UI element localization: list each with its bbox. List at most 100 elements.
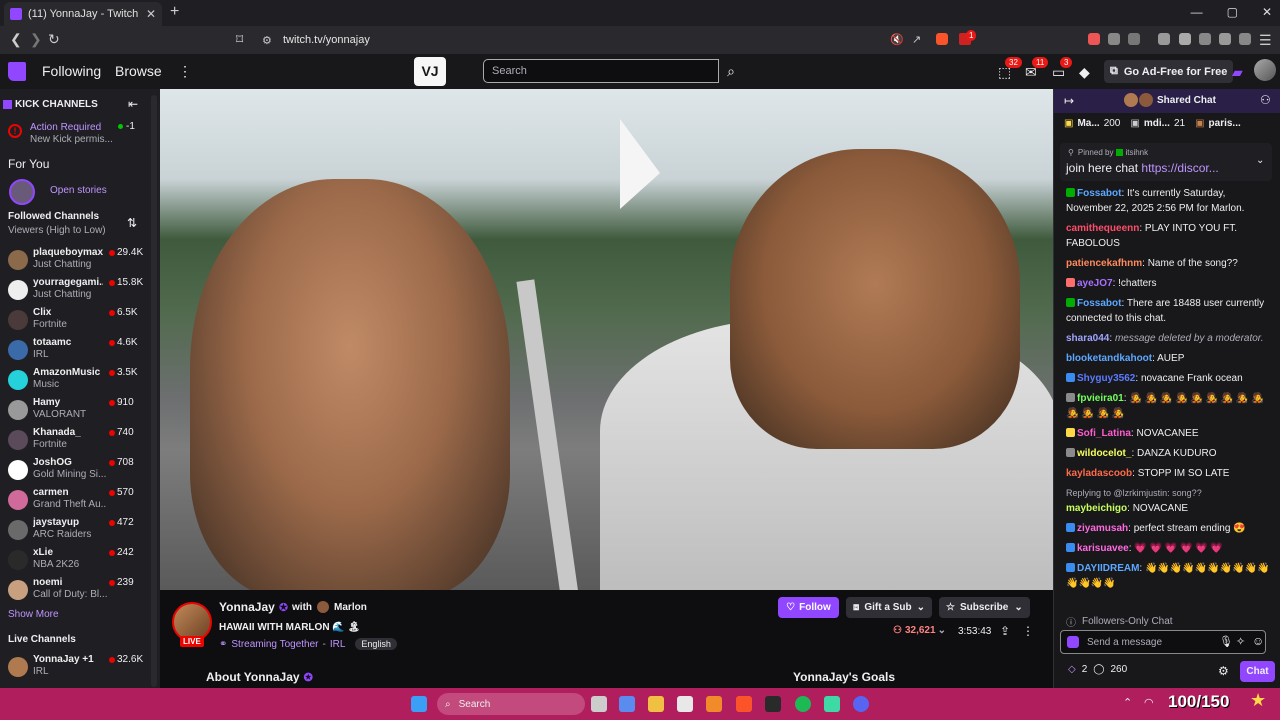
collapse-sidebar-icon[interactable]: ⇤: [128, 97, 138, 111]
extension-puzzle-icon[interactable]: [1108, 33, 1120, 45]
bits-points-icon[interactable]: ◇: [1068, 664, 1076, 675]
app-green-icon[interactable]: [824, 696, 840, 712]
site-info-icon[interactable]: ⚙: [262, 34, 272, 47]
wallet-icon[interactable]: [1199, 33, 1211, 45]
chat-message[interactable]: wildocelot_: DANZA KUDURO: [1066, 446, 1271, 461]
sidebar-channel[interactable]: jaystayup ARC Raiders 472: [0, 517, 150, 547]
tray-chevron-icon[interactable]: ⌃: [1123, 696, 1132, 709]
gift-sub-button[interactable]: ⧈ Gift a Sub ⌄: [846, 597, 932, 618]
sidebar-channel[interactable]: AmazonMusic Music 3.5K: [0, 367, 150, 397]
streaming-together-link[interactable]: Streaming Together: [231, 639, 318, 650]
new-tab-icon[interactable]: +: [170, 3, 179, 21]
viewer-count[interactable]: ⚇ 32,621 ⌄: [893, 625, 946, 636]
file-explorer-icon[interactable]: [648, 696, 664, 712]
app-a-icon[interactable]: [706, 696, 722, 712]
emote-icon[interactable]: ☺: [1252, 634, 1264, 648]
go-ad-free-button[interactable]: ⧉ Go Ad-Free for Free: [1104, 60, 1234, 83]
sidebar-channel[interactable]: xLie NBA 2K26 242: [0, 547, 150, 577]
share-stream-icon[interactable]: ⇪: [1000, 624, 1010, 638]
pinned-link[interactable]: https://discor...: [1141, 161, 1218, 175]
subscribe-button[interactable]: ☆ Subscribe ⌄: [939, 597, 1030, 618]
wifi-icon[interactable]: ◠: [1144, 696, 1154, 709]
search-input[interactable]: Search: [483, 59, 719, 83]
video-player[interactable]: [160, 89, 1053, 590]
language-tag[interactable]: English: [355, 638, 397, 650]
chat-username[interactable]: karisuavee: [1077, 543, 1129, 554]
chat-message[interactable]: maybeichigo: NOVACANE: [1066, 501, 1271, 516]
guest-avatar[interactable]: [317, 601, 330, 613]
menu-icon[interactable]: ☰: [1259, 32, 1272, 49]
maximize-icon[interactable]: ▢: [1227, 5, 1238, 19]
start-icon[interactable]: [411, 696, 427, 712]
chat-username[interactable]: ayeJO7: [1077, 278, 1113, 289]
streamer-name[interactable]: YonnaJay: [219, 600, 275, 614]
sidebar-channel[interactable]: YonnaJay +1 IRL 32.6K: [0, 654, 150, 684]
close-tab-icon[interactable]: ✕: [146, 7, 156, 21]
chat-username[interactable]: DAYIIDREAM: [1077, 563, 1139, 574]
sidebar-channel[interactable]: plaqueboymax Just Chatting 29.4K: [0, 247, 150, 277]
sidebar-channel[interactable]: noemi Call of Duty: Bl... 239: [0, 577, 150, 607]
chat-identity-icon[interactable]: [1067, 636, 1079, 648]
sparkle-icon[interactable]: ✧: [1236, 635, 1245, 648]
chevron-down-icon[interactable]: ⌄: [1256, 155, 1264, 166]
leader-name[interactable]: mdi...: [1144, 118, 1170, 129]
search-icon[interactable]: ⌕: [720, 59, 742, 83]
chat-message[interactable]: fpvieira01: 🧑‍🎤 🧑‍🎤 🧑‍🎤 🧑‍🎤 🧑‍🎤 🧑‍🎤 🧑‍🎤 …: [1066, 391, 1271, 421]
chat-send-button[interactable]: Chat: [1240, 661, 1275, 682]
extension-box-icon[interactable]: [1128, 33, 1140, 45]
chat-username[interactable]: ziyamusah: [1077, 523, 1128, 534]
sidebar-channel[interactable]: Hamy VALORANT 910: [0, 397, 150, 427]
pinned-message[interactable]: ⚲ Pinned by itsihnk join here chat https…: [1060, 143, 1272, 181]
chat-username[interactable]: kayladascoob: [1066, 468, 1132, 479]
sort-icon[interactable]: ⇅: [127, 216, 137, 230]
chat-message[interactable]: patiencekafhnm: Name of the song??: [1066, 256, 1271, 271]
open-stories-link[interactable]: Open stories: [50, 185, 107, 196]
follow-button[interactable]: ♡ Follow: [778, 597, 839, 618]
user-avatar[interactable]: [1254, 59, 1276, 81]
browser-tab[interactable]: (11) YonnaJay - Twitch ✕: [4, 2, 162, 26]
window-close-icon[interactable]: ✕: [1262, 5, 1272, 19]
drops-icon[interactable]: ◆: [1079, 64, 1090, 81]
sidebar-channel[interactable]: Khanada_ Fortnite 740: [0, 427, 150, 457]
chat-username[interactable]: blooketandkahoot: [1066, 353, 1152, 364]
reply-context[interactable]: Replying to @lzrkimjustin: song??: [1066, 486, 1271, 501]
media-icon[interactable]: [1158, 33, 1170, 45]
leader-name[interactable]: Ma...: [1077, 118, 1099, 129]
community-icon[interactable]: ⚇: [1260, 93, 1271, 107]
action-required-item[interactable]: ! Action Required New Kick permis... -1: [0, 120, 150, 150]
forward-icon[interactable]: ❯: [30, 31, 42, 48]
chat-message[interactable]: ayeJO7: !chatters: [1066, 276, 1271, 291]
following-link[interactable]: Following: [42, 63, 101, 79]
more-menu-icon[interactable]: ⋮: [178, 63, 192, 80]
chat-username[interactable]: Fossabot: [1077, 298, 1121, 309]
brave-icon[interactable]: [736, 696, 752, 712]
chat-message[interactable]: DAYIIDREAM: 👋👋👋👋👋👋👋👋👋👋👋👋👋👋: [1066, 561, 1271, 591]
kick-logo-icon[interactable]: VJ: [414, 57, 446, 86]
vpn-icon[interactable]: [1239, 33, 1251, 45]
chat-username[interactable]: maybeichigo: [1066, 503, 1127, 514]
back-icon[interactable]: ❮: [10, 31, 22, 48]
sidebar-channel[interactable]: carmen Grand Theft Au... 570: [0, 487, 150, 517]
chat-message[interactable]: Fossabot: There are 18488 user currently…: [1066, 296, 1271, 326]
chat-message[interactable]: Sofi_Latina: NOVACANEE: [1066, 426, 1271, 441]
terminal-icon[interactable]: [765, 696, 781, 712]
stories-avatar[interactable]: [9, 179, 35, 205]
chat-username[interactable]: Fossabot: [1077, 188, 1121, 199]
chat-message[interactable]: ziyamusah: perfect stream ending 😍: [1066, 521, 1271, 536]
discord-icon[interactable]: [853, 696, 869, 712]
extension-red-icon[interactable]: [1088, 33, 1100, 45]
chat-username[interactable]: wildocelot_: [1077, 448, 1131, 459]
chat-username[interactable]: patiencekafhnm: [1066, 258, 1142, 269]
browse-link[interactable]: Browse: [115, 63, 162, 79]
chat-settings-icon[interactable]: ⚙: [1218, 664, 1229, 678]
spotify-icon[interactable]: [795, 696, 811, 712]
sidebar-icon[interactable]: [1179, 33, 1191, 45]
leo-ai-icon[interactable]: [1219, 33, 1231, 45]
taskbar-search[interactable]: ⌕ Search: [437, 693, 585, 715]
minimize-icon[interactable]: —: [1191, 5, 1203, 19]
leader-name[interactable]: paris...: [1209, 118, 1241, 129]
category-link[interactable]: IRL: [330, 639, 346, 650]
chat-message[interactable]: blooketandkahoot: AUEP: [1066, 351, 1271, 366]
sidebar-channel[interactable]: yourragegami... Just Chatting 15.8K: [0, 277, 150, 307]
microphone-icon[interactable]: 🎙: [1219, 635, 1233, 648]
